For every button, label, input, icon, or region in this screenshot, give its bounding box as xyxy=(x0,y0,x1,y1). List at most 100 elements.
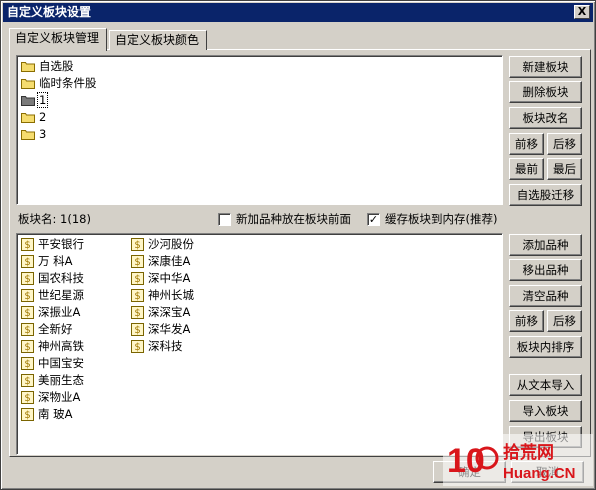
sort-in-block-button[interactable]: 板块内排序 xyxy=(509,336,582,358)
tree-item[interactable]: 1 xyxy=(21,92,49,108)
stock-icon: $ xyxy=(21,254,34,268)
folder-icon xyxy=(21,129,35,140)
stock-name: 神州高铁 xyxy=(38,339,84,353)
stock-list-item[interactable]: $ 深物业A xyxy=(21,389,80,405)
tree-item[interactable]: 自选股 xyxy=(21,58,75,74)
tree-item[interactable]: 3 xyxy=(21,126,47,142)
folder-icon xyxy=(21,78,35,89)
block-move-first-button[interactable]: 最前 xyxy=(509,158,544,180)
stock-name: 深华发A xyxy=(148,322,191,336)
stock-list-item[interactable]: $ 深科技 xyxy=(131,338,183,354)
stock-list-item[interactable]: $ 神州长城 xyxy=(131,287,194,303)
stock-list[interactable]: $ 平安银行 $ 万 科A $ 国农科技 $ 世纪星源 $ 深振业A $ 全新好 $ 神州高铁 $ 中国宝安 $… xyxy=(16,233,503,455)
stock-list-item[interactable]: $ 国农科技 xyxy=(21,270,84,286)
svg-text:Huang.CN: Huang.CN xyxy=(503,465,576,482)
folder-icon xyxy=(21,95,35,106)
block-move-last-button[interactable]: 最后 xyxy=(547,158,582,180)
stock-icon: $ xyxy=(131,254,144,268)
tree-item[interactable]: 临时条件股 xyxy=(21,75,98,91)
migrate-favorites-button[interactable]: 自选股迁移 xyxy=(509,184,582,206)
svg-text:$: $ xyxy=(134,342,140,353)
stock-name: 全新好 xyxy=(38,322,73,336)
svg-text:$: $ xyxy=(24,325,30,336)
stock-list-item[interactable]: $ 神州高铁 xyxy=(21,338,84,354)
rename-block-button[interactable]: 板块改名 xyxy=(509,107,582,129)
svg-text:$: $ xyxy=(134,240,140,251)
stock-list-item[interactable]: $ 深康佳A xyxy=(131,253,190,269)
stock-icon: $ xyxy=(21,339,34,353)
title-bar: 自定义板块设置 X xyxy=(3,3,593,22)
folder-icon xyxy=(21,61,35,72)
stock-name: 深振业A xyxy=(38,305,81,319)
stock-icon: $ xyxy=(131,237,144,251)
tree-item-label: 自选股 xyxy=(39,59,74,73)
stock-icon: $ xyxy=(21,407,34,421)
window-title: 自定义板块设置 xyxy=(7,5,92,19)
stock-list-item[interactable]: $ 平安银行 xyxy=(21,236,84,252)
new-block-button[interactable]: 新建板块 xyxy=(509,56,582,78)
stock-list-item[interactable]: $ 世纪星源 xyxy=(21,287,84,303)
stock-name: 中国宝安 xyxy=(38,356,84,370)
stock-name: 万 科A xyxy=(38,254,73,268)
stock-icon: $ xyxy=(21,356,34,370)
stock-list-item[interactable]: $ 深深宝A xyxy=(131,304,190,320)
svg-text:$: $ xyxy=(134,291,140,302)
block-tree-list[interactable]: 自选股 临时条件股 1 2 3 xyxy=(16,55,503,205)
stock-name: 神州长城 xyxy=(148,288,194,302)
stock-list-item[interactable]: $ 美丽生态 xyxy=(21,372,84,388)
svg-text:$: $ xyxy=(24,410,30,421)
stock-list-item[interactable]: $ 万 科A xyxy=(21,253,73,269)
stock-list-item[interactable]: $ 深华发A xyxy=(131,321,190,337)
stock-icon: $ xyxy=(21,390,34,404)
stock-icon: $ xyxy=(131,288,144,302)
stock-icon: $ xyxy=(131,271,144,285)
stock-icon: $ xyxy=(21,322,34,336)
stock-move-up-button[interactable]: 前移 xyxy=(509,310,544,332)
svg-text:$: $ xyxy=(134,274,140,285)
stock-list-item[interactable]: $ 沙河股份 xyxy=(131,236,194,252)
stock-icon: $ xyxy=(131,339,144,353)
cache-memory-checkbox[interactable]: ✓ 缓存板块到内存(推荐) xyxy=(367,211,497,227)
stock-list-item[interactable]: $ 中国宝安 xyxy=(21,355,84,371)
stock-list-item[interactable]: $ 南 玻A xyxy=(21,406,73,422)
delete-block-button[interactable]: 删除板块 xyxy=(509,81,582,103)
stock-name: 南 玻A xyxy=(38,407,73,421)
svg-text:10: 10 xyxy=(447,442,485,480)
tab-block-colors[interactable]: 自定义板块颜色 xyxy=(109,30,207,50)
clear-stocks-button[interactable]: 清空品种 xyxy=(509,285,582,307)
close-button[interactable]: X xyxy=(574,5,590,19)
stock-icon: $ xyxy=(21,288,34,302)
checkmark-icon[interactable]: ✓ xyxy=(367,212,380,226)
block-move-down-button[interactable]: 后移 xyxy=(547,133,582,155)
svg-text:$: $ xyxy=(24,240,30,251)
svg-text:$: $ xyxy=(134,308,140,319)
stock-list-item[interactable]: $ 深振业A xyxy=(21,304,80,320)
stock-move-down-button[interactable]: 后移 xyxy=(547,310,582,332)
add-stock-button[interactable]: 添加品种 xyxy=(509,234,582,256)
stock-name: 深物业A xyxy=(38,390,81,404)
import-text-button[interactable]: 从文本导入 xyxy=(509,374,582,396)
svg-text:拾荒网: 拾荒网 xyxy=(503,442,554,463)
stock-name: 深科技 xyxy=(148,339,183,353)
stock-name: 深康佳A xyxy=(148,254,191,268)
tree-item[interactable]: 2 xyxy=(21,109,47,125)
remove-stock-button[interactable]: 移出品种 xyxy=(509,259,582,281)
stock-name: 美丽生态 xyxy=(38,373,84,387)
tree-item-label: 2 xyxy=(39,110,47,124)
stock-name: 国农科技 xyxy=(38,271,84,285)
svg-text:$: $ xyxy=(24,291,30,302)
stock-icon: $ xyxy=(21,373,34,387)
new-front-checkbox[interactable]: 新加品种放在板块前面 xyxy=(218,211,351,227)
site-watermark: 10 拾荒网 Huang.CN xyxy=(443,434,593,486)
stock-name: 深中华A xyxy=(148,271,191,285)
stock-list-item[interactable]: $ 全新好 xyxy=(21,321,73,337)
folder-icon xyxy=(21,112,35,123)
block-move-up-button[interactable]: 前移 xyxy=(509,133,544,155)
import-block-button[interactable]: 导入板块 xyxy=(509,400,582,422)
tab-block-management[interactable]: 自定义板块管理 xyxy=(9,28,107,51)
stock-name: 平安银行 xyxy=(38,237,84,251)
stock-list-item[interactable]: $ 深中华A xyxy=(131,270,190,286)
tree-item-label: 1 xyxy=(36,92,49,108)
stock-icon: $ xyxy=(21,271,34,285)
checkbox-box[interactable] xyxy=(218,212,231,226)
